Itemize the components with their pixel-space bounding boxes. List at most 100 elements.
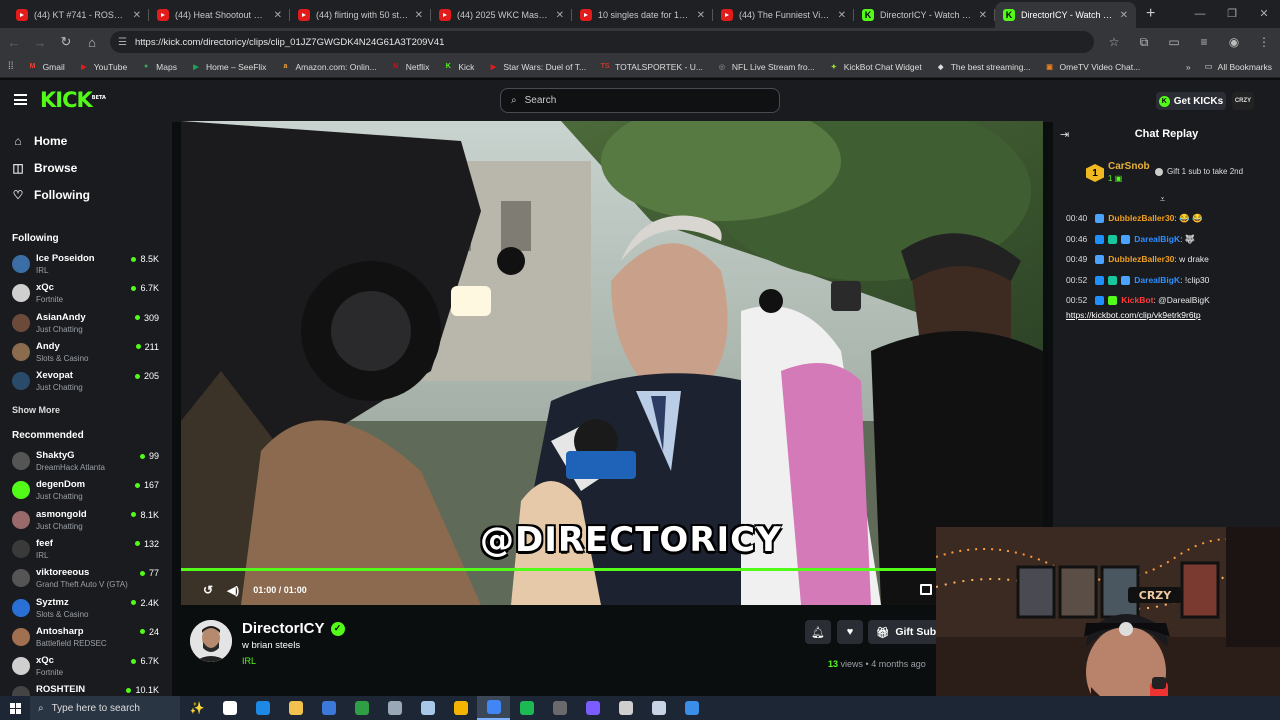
taskbar-search[interactable]: ⌕ Type here to search	[30, 696, 180, 720]
chat-username[interactable]: DubblezBaller30	[1108, 213, 1174, 224]
sidebar-nav-home[interactable]: ⌂ Home	[12, 134, 67, 148]
gift-subs-button[interactable]: 🎁︎ Gift Subs	[868, 620, 942, 644]
volume-icon[interactable]: ◀)	[227, 584, 239, 597]
start-button[interactable]	[0, 702, 30, 714]
chat-username[interactable]: DarealBigK	[1134, 275, 1180, 286]
back-icon[interactable]: ←	[6, 35, 22, 50]
url-field[interactable]: ☰ https://kick.com/directoricy/clips/cli…	[110, 31, 1094, 53]
taskbar-app-icon[interactable]	[609, 696, 642, 720]
close-tab-icon[interactable]: ✕	[838, 10, 846, 21]
bookmark-item[interactable]: TS TOTALSPORTEK - U...	[600, 62, 703, 72]
taskbar-app-icon[interactable]	[576, 696, 609, 720]
menu-icon[interactable]: ⋮	[1254, 35, 1274, 49]
chat-username[interactable]: DubblezBaller30	[1108, 254, 1174, 265]
sidebar-nav-following[interactable]: ♡ Following	[12, 188, 90, 202]
close-tab-icon[interactable]: ✕	[415, 10, 423, 21]
bookmark-star-icon[interactable]: ☆	[1104, 35, 1124, 49]
channel-avatar[interactable]	[190, 620, 232, 662]
bookmark-item[interactable]: ✦ KickBot Chat Widget	[829, 62, 922, 72]
browser-tab[interactable]: (44) KT #741 - ROSEANNE ✕	[8, 2, 149, 28]
channel-row[interactable]: AsianAndy Just Chatting 309	[12, 312, 162, 338]
bookmark-item[interactable]: ▶ Home – SeeFlix	[191, 62, 266, 72]
cast-icon[interactable]: ▭	[1164, 35, 1184, 49]
taskbar-app-icon[interactable]	[510, 696, 543, 720]
taskbar-app-icon[interactable]	[378, 696, 411, 720]
taskbar-app-icon[interactable]: ✨	[180, 696, 213, 720]
bookmark-item[interactable]: K Kick	[443, 62, 475, 72]
channel-row[interactable]: Syztmz Slots & Casino 2.4K	[12, 597, 162, 623]
taskbar-app-icon[interactable]	[477, 696, 510, 720]
bookmark-item[interactable]: ◆ The best streaming...	[936, 62, 1031, 72]
close-tab-icon[interactable]: ✕	[556, 10, 564, 21]
close-tab-icon[interactable]: ✕	[133, 10, 141, 21]
taskbar-app-icon[interactable]	[642, 696, 675, 720]
close-tab-icon[interactable]: ✕	[979, 10, 987, 21]
taskbar-app-icon[interactable]	[543, 696, 576, 720]
browser-tab[interactable]: (44) The Funniest Videos o ✕	[713, 2, 854, 28]
channel-row[interactable]: asmongold Just Chatting 8.1K	[12, 509, 162, 535]
taskbar-app-icon[interactable]	[312, 696, 345, 720]
chat-username[interactable]: KickBot	[1121, 295, 1153, 306]
expand-leaderboard-icon[interactable]: ⩡	[1160, 194, 1165, 205]
minimize-button[interactable]: —	[1184, 0, 1216, 28]
more-bookmarks-icon[interactable]: »	[1186, 62, 1191, 72]
maximize-button[interactable]: ❐	[1216, 0, 1248, 28]
user-avatar[interactable]: CRZY	[1232, 92, 1254, 110]
show-more-button[interactable]: Show More	[12, 405, 60, 415]
chat-username[interactable]: DarealBigK	[1134, 234, 1180, 245]
channel-row[interactable]: Xevopat Just Chatting 205	[12, 370, 162, 396]
replay-icon[interactable]: ↺	[203, 583, 213, 597]
taskbar-app-icon[interactable]	[246, 696, 279, 720]
browser-tab[interactable]: 10 singles date for 100 ho ✕	[572, 2, 713, 28]
notification-bell-button[interactable]: 🔔︎	[805, 620, 831, 644]
sidebar-nav-browse[interactable]: ◫ Browse	[12, 161, 77, 175]
clip-category[interactable]: IRL	[242, 656, 256, 666]
bookmark-item[interactable]: ▶ Star Wars: Duel of T...	[488, 62, 586, 72]
bookmark-item[interactable]: ◎ NFL Live Stream fro...	[717, 62, 815, 72]
bookmark-item[interactable]: ▣ OmeTV Video Chat...	[1045, 62, 1140, 72]
bookmark-item[interactable]: ▶ YouTube	[79, 62, 127, 72]
bookmark-item[interactable]: ● Maps	[141, 62, 177, 72]
browser-tab[interactable]: (44) flirting with 50 strang ✕	[290, 2, 431, 28]
bookmark-item[interactable]: N Netflix	[391, 62, 429, 72]
channel-row[interactable]: Andy Slots & Casino 211	[12, 341, 162, 367]
hamburger-menu-icon[interactable]	[14, 94, 27, 105]
browser-tab[interactable]: (44) Heat Shootout Scene ✕	[149, 2, 290, 28]
site-info-icon[interactable]: ☰	[118, 37, 127, 48]
media-icon[interactable]: ≡	[1194, 35, 1214, 49]
channel-row[interactable]: xQc Fortnite 6.7K	[12, 282, 162, 308]
top-gifter-name[interactable]: CarSnob	[1108, 161, 1150, 172]
kickbot-clip-link[interactable]: https://kickbot.com/clip/vk9etrk9r6tp	[1066, 310, 1201, 320]
theater-mode-icon[interactable]	[920, 584, 932, 595]
kick-logo[interactable]: KICKBETA	[40, 88, 106, 112]
taskbar-app-icon[interactable]	[345, 696, 378, 720]
new-tab-button[interactable]: +	[1136, 2, 1165, 28]
forward-icon[interactable]: →	[32, 35, 48, 50]
browser-tab[interactable]: (44) 2025 WKC Masters Ag ✕	[431, 2, 572, 28]
follow-button[interactable]: ♥	[837, 620, 863, 644]
bookmark-item[interactable]: a Amazon.com: Onlin...	[280, 62, 376, 72]
search-input[interactable]: ⌕ Search	[500, 88, 780, 113]
channel-row[interactable]: feef IRL 132	[12, 538, 162, 564]
video-progress-bar[interactable]	[181, 568, 936, 571]
channel-name[interactable]: DirectorICY ✓	[242, 620, 345, 637]
reload-icon[interactable]: ↻	[58, 34, 74, 50]
home-icon[interactable]: ⌂	[84, 35, 100, 50]
browser-tab[interactable]: K DirectorICY - Watch clips ✕	[995, 2, 1136, 28]
channel-row[interactable]: viktoreeous Grand Theft Auto V (GTA) 77	[12, 567, 162, 593]
close-tab-icon[interactable]: ✕	[1120, 10, 1128, 21]
close-window-button[interactable]: ✕	[1248, 0, 1280, 28]
close-tab-icon[interactable]: ✕	[697, 10, 705, 21]
browser-tab[interactable]: K DirectorICY - Watch clips ✕	[854, 2, 995, 28]
channel-row[interactable]: ShaktyG DreamHack Atlanta 99	[12, 450, 162, 476]
profile-icon[interactable]: ◉	[1224, 35, 1244, 49]
channel-row[interactable]: degenDom Just Chatting 167	[12, 479, 162, 505]
channel-row[interactable]: Antosharp Battlefield REDSEC 24	[12, 626, 162, 652]
apps-grid-icon[interactable]: ⁞⁞	[8, 61, 14, 72]
taskbar-app-icon[interactable]	[444, 696, 477, 720]
close-tab-icon[interactable]: ✕	[274, 10, 282, 21]
channel-row[interactable]: Ice Poseidon IRL 8.5K	[12, 253, 162, 279]
get-kicks-button[interactable]: K Get KICKs	[1156, 92, 1226, 110]
taskbar-app-icon[interactable]	[411, 696, 444, 720]
bookmark-item[interactable]: M Gmail	[28, 62, 65, 72]
